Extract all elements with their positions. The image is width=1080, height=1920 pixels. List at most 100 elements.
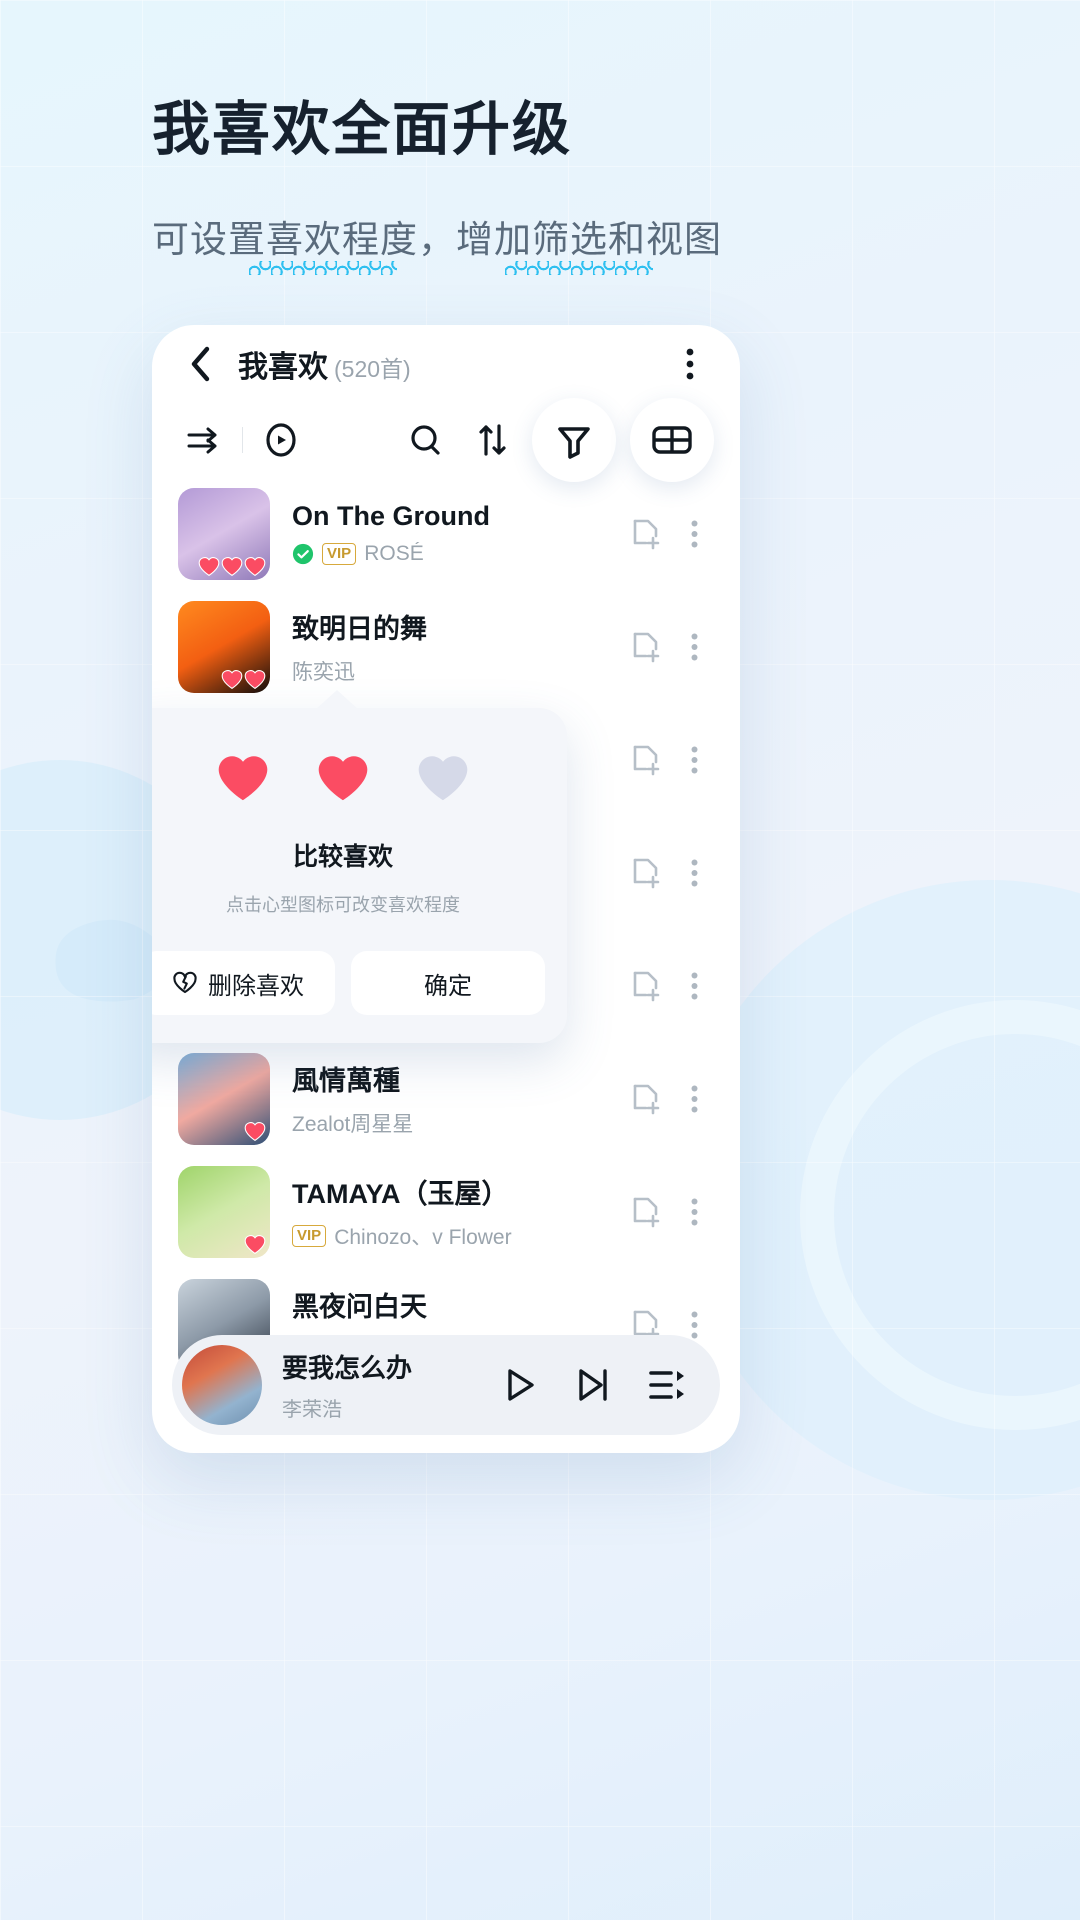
playlist-name: 我喜欢	[238, 351, 328, 384]
vip-badge: VIP	[292, 1225, 327, 1247]
mini-player[interactable]: 要我怎么办 李荣浩	[172, 1335, 720, 1435]
page-title: 我喜欢全面升级	[152, 97, 573, 162]
playlist-button[interactable]	[644, 1362, 690, 1408]
add-to-playlist-icon	[633, 632, 660, 662]
toolbar-left-group	[178, 414, 307, 466]
song-title: On The Ground	[292, 501, 490, 531]
search-button[interactable]	[400, 414, 452, 466]
play-circle-button[interactable]	[255, 414, 307, 466]
decor-ring-right	[800, 1000, 1080, 1430]
album-cover[interactable]	[178, 600, 270, 693]
heart-icon	[221, 669, 243, 689]
toolbar-divider	[242, 427, 243, 453]
vip-badge: VIP	[322, 543, 357, 565]
now-playing-artist: 李荣浩	[282, 1399, 342, 1421]
song-title: 黑夜问白天	[292, 1292, 427, 1322]
add-to-playlist-button[interactable]	[618, 517, 674, 551]
confirm-button[interactable]: 确定	[351, 951, 545, 1015]
heart-rating-item[interactable]	[316, 752, 370, 807]
filter-button[interactable]	[532, 398, 616, 482]
decor-blob-right	[680, 880, 1080, 1500]
heart-icon	[244, 669, 266, 689]
heart-icon	[244, 556, 266, 576]
play-order-button[interactable]	[178, 414, 230, 466]
add-to-playlist-button[interactable]	[618, 1195, 674, 1229]
add-to-playlist-button[interactable]	[618, 630, 674, 664]
search-icon	[411, 425, 440, 455]
add-to-playlist-button[interactable]	[618, 856, 674, 890]
cover-heart-badges	[244, 1234, 266, 1254]
mini-player-cover	[182, 1345, 262, 1425]
song-more-button[interactable]	[674, 1311, 714, 1339]
album-cover[interactable]	[178, 487, 270, 580]
more-vertical-icon	[691, 1198, 697, 1225]
filter-icon	[558, 427, 590, 459]
add-to-playlist-icon	[633, 858, 660, 888]
heart-rating-group	[152, 752, 567, 807]
song-row[interactable]: TAMAYA（玉屋） VIP Chinozo、v Flower	[152, 1155, 740, 1268]
more-vertical-icon	[691, 1085, 697, 1112]
heart-icon	[244, 1234, 266, 1254]
more-vertical-icon	[686, 348, 694, 380]
song-info: 致明日的舞 陈奕迅	[292, 607, 618, 686]
remove-like-button[interactable]: 删除喜欢	[152, 951, 335, 1015]
now-playing-title: 要我怎么办	[282, 1353, 413, 1383]
heart-rating-item[interactable]	[416, 752, 470, 807]
playlist-header: 我喜欢 (520首)	[152, 325, 740, 403]
verified-icon	[292, 543, 314, 565]
grid-view-icon	[652, 426, 692, 454]
add-to-playlist-button[interactable]	[618, 969, 674, 1003]
album-cover[interactable]	[178, 1052, 270, 1145]
add-to-playlist-button[interactable]	[618, 1082, 674, 1116]
like-level-popup: 比较喜欢 点击心型图标可改变喜欢程度 删除喜欢 确定	[152, 690, 567, 1043]
song-more-button[interactable]	[674, 972, 714, 1000]
playlist-toolbar	[152, 398, 740, 482]
song-row[interactable]: 風情萬種 Zealot周星星	[152, 1042, 740, 1155]
song-row[interactable]: 致明日的舞 陈奕迅	[152, 590, 740, 703]
song-more-button[interactable]	[674, 633, 714, 661]
song-more-button[interactable]	[674, 746, 714, 774]
song-info: On The Ground VIP ROSÉ	[292, 501, 618, 566]
view-toggle-button[interactable]	[630, 398, 714, 482]
song-title: 致明日的舞	[292, 614, 427, 644]
page-subtitle-text: 可设置喜欢程度，增加筛选和视图	[152, 218, 722, 260]
song-row[interactable]: On The Ground VIP ROSÉ	[152, 477, 740, 590]
song-meta: 陈奕迅	[292, 656, 618, 686]
page-subtitle: 可设置喜欢程度，增加筛选和视图	[152, 209, 912, 275]
sort-button[interactable]	[466, 414, 518, 466]
album-cover[interactable]	[178, 1165, 270, 1258]
page-heading: 我喜欢 (520首)	[238, 342, 411, 386]
add-to-playlist-icon	[633, 519, 660, 549]
heart-icon	[221, 556, 243, 576]
song-more-button[interactable]	[674, 520, 714, 548]
song-artist: 陈奕迅	[292, 661, 355, 684]
subtitle-underline-2	[505, 260, 653, 275]
play-circle-icon	[266, 423, 296, 457]
heart-rating-item[interactable]	[216, 752, 270, 807]
song-more-button[interactable]	[674, 1198, 714, 1226]
back-button[interactable]	[178, 342, 222, 386]
popup-actions: 删除喜欢 确定	[152, 951, 567, 1015]
more-vertical-icon	[691, 633, 697, 660]
heart-icon	[244, 1121, 266, 1141]
song-more-button[interactable]	[674, 859, 714, 887]
play-order-icon	[187, 427, 217, 454]
song-title: TAMAYA（玉屋）	[292, 1179, 509, 1209]
confirm-label: 确定	[424, 972, 472, 1000]
add-to-playlist-icon	[633, 971, 660, 1001]
song-title: 風情萬種	[292, 1066, 400, 1096]
cover-heart-badges	[198, 556, 266, 576]
mini-player-info: 要我怎么办 李荣浩	[282, 1348, 496, 1422]
song-artist: Zealot周星星	[292, 1113, 414, 1136]
next-button[interactable]	[570, 1362, 616, 1408]
chevron-left-icon	[191, 346, 210, 382]
song-more-button[interactable]	[674, 1085, 714, 1113]
playlist-icon	[649, 1371, 684, 1399]
more-vertical-icon	[691, 1311, 697, 1338]
heart-icon	[198, 556, 220, 576]
play-button[interactable]	[496, 1362, 542, 1408]
add-to-playlist-button[interactable]	[618, 743, 674, 777]
phone-mockup: 我喜欢 (520首) On The Ground VIP ROSÉ 致明日的舞 …	[152, 325, 740, 1453]
header-more-button[interactable]	[670, 342, 710, 386]
more-vertical-icon	[691, 746, 697, 773]
